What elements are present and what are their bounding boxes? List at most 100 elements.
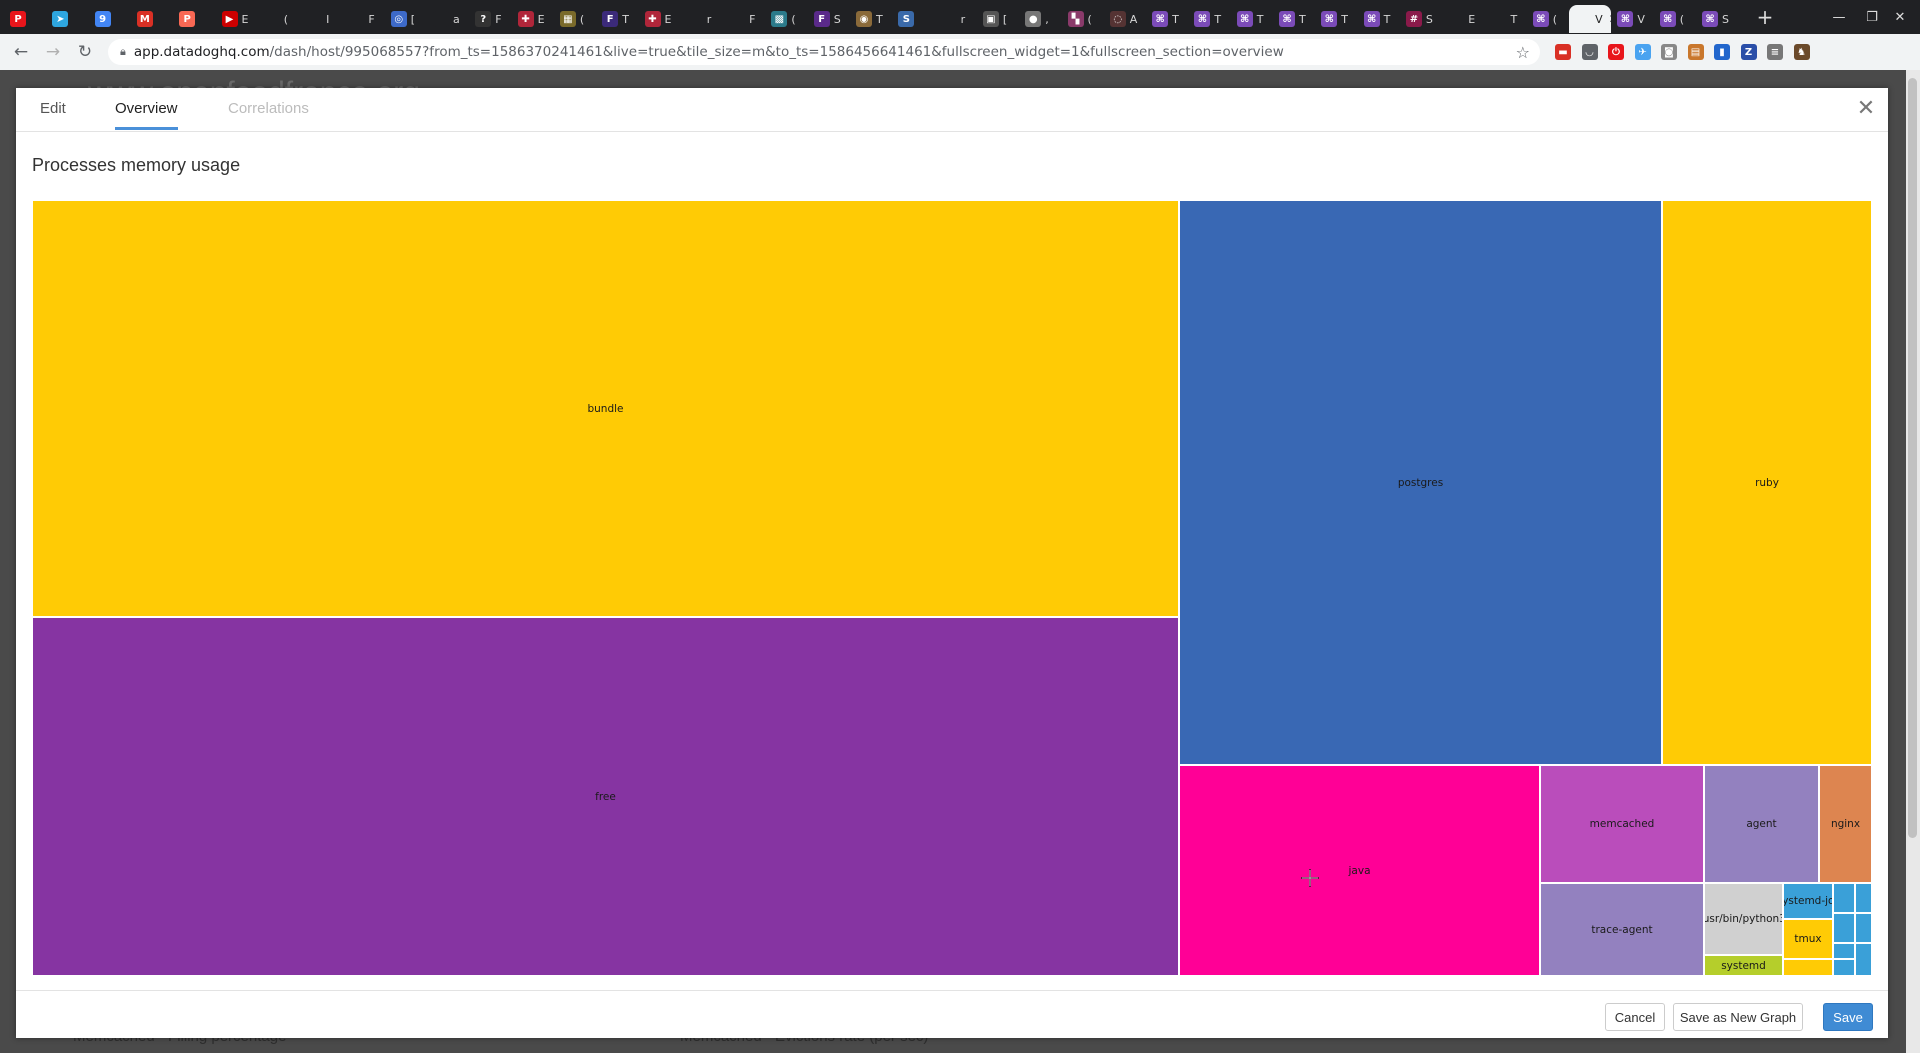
treemap-cell[interactable]: nginx: [1819, 765, 1872, 883]
tab-title: T: [1383, 12, 1391, 26]
browser-tab[interactable]: ⌘ T: [1315, 5, 1357, 33]
browser-tab[interactable]: ✚ E: [639, 5, 681, 33]
browser-tab[interactable]: M: [131, 5, 173, 33]
treemap-cell-label: agent: [1746, 818, 1777, 830]
extension-icon[interactable]: ▬: [1555, 44, 1571, 60]
treemap-cell[interactable]: [1833, 913, 1855, 943]
browser-tab[interactable]: r: [681, 5, 723, 33]
browser-tab[interactable]: ⌘ T: [1273, 5, 1315, 33]
forward-icon[interactable]: →: [41, 40, 65, 64]
extension-icon[interactable]: ◡: [1581, 44, 1598, 60]
browser-tab[interactable]: ⌘ V: [1611, 5, 1653, 33]
browser-tab[interactable]: ⌘ T: [1146, 5, 1188, 33]
tab-favicon-icon: ⌘: [1532, 11, 1549, 27]
treemap-cell[interactable]: [1855, 883, 1872, 913]
browser-tab[interactable]: V✕: [1569, 5, 1612, 33]
browser-tab[interactable]: ⌘ T: [1358, 5, 1400, 33]
tab-correlations[interactable]: Correlations: [228, 100, 309, 127]
treemap-cell[interactable]: postgres: [1179, 200, 1662, 765]
browser-tab[interactable]: (: [258, 5, 300, 33]
tab-favicon-icon: ✚: [517, 11, 534, 27]
extension-icon[interactable]: ≡: [1767, 44, 1783, 60]
close-window-icon[interactable]: ✕: [1880, 4, 1920, 30]
browser-tab[interactable]: 9: [89, 5, 131, 33]
treemap-cell[interactable]: [1855, 943, 1872, 976]
close-icon[interactable]: ✕: [1854, 96, 1878, 121]
treemap-cell[interactable]: memcached: [1540, 765, 1704, 883]
extension-icon[interactable]: Z: [1740, 44, 1757, 60]
browser-tab[interactable]: P: [173, 5, 215, 33]
back-icon[interactable]: ←: [9, 40, 33, 64]
treemap-cell[interactable]: tmux: [1783, 919, 1833, 959]
treemap-cell[interactable]: systemd-journal: [1783, 883, 1833, 919]
new-tab-button[interactable]: +: [1752, 4, 1778, 30]
browser-tab[interactable]: FT: [596, 5, 638, 33]
browser-tab[interactable]: ✚ E: [512, 5, 554, 33]
browser-tab[interactable]: # S: [1400, 5, 1442, 33]
tab-favicon-icon: ⌘: [1279, 11, 1295, 27]
tab-favicon-icon: ◎: [390, 11, 407, 27]
treemap-cell[interactable]: trace-agent: [1540, 883, 1704, 976]
browser-tab[interactable]: ▣[: [977, 5, 1019, 33]
treemap-cell[interactable]: [1783, 959, 1833, 976]
browser-tab[interactable]: ⌘(: [1527, 5, 1569, 33]
treemap-cell[interactable]: ruby: [1662, 200, 1872, 765]
tab-favicon-icon: P: [10, 11, 26, 27]
browser-tab[interactable]: ◎[: [385, 5, 427, 33]
browser-tab[interactable]: ▚(: [1062, 5, 1104, 33]
browser-tab[interactable]: I: [300, 5, 342, 33]
treemap-cell[interactable]: agent: [1704, 765, 1819, 883]
browser-tab[interactable]: FS: [808, 5, 850, 33]
browser-tab[interactable]: ⌘ S: [1696, 5, 1738, 33]
extension-icon[interactable]: ▮: [1714, 44, 1730, 60]
treemap-cell[interactable]: free: [32, 617, 1179, 976]
browser-tab[interactable]: ●,: [1019, 5, 1061, 33]
extension-icon[interactable]: ♞: [1793, 44, 1810, 60]
save-as-new-graph-button[interactable]: Save as New Graph: [1673, 1003, 1803, 1031]
treemap-cell[interactable]: [1833, 943, 1855, 959]
treemap-cell[interactable]: java: [1179, 765, 1540, 976]
treemap-cell[interactable]: /usr/bin/python3: [1704, 883, 1783, 955]
browser-tab[interactable]: ⌘ T: [1188, 5, 1230, 33]
treemap-cell[interactable]: systemd: [1704, 955, 1783, 976]
save-button[interactable]: Save: [1823, 1003, 1873, 1031]
browser-tab[interactable]: r: [935, 5, 977, 33]
browser-tab[interactable]: E: [1442, 5, 1484, 33]
bookmark-star-icon[interactable]: ☆: [1516, 43, 1530, 62]
tab-overview[interactable]: Overview: [115, 100, 178, 130]
browser-tab[interactable]: ➤: [46, 5, 88, 33]
browser-tab[interactable]: ? F: [469, 5, 511, 33]
browser-tab[interactable]: ⌘(: [1654, 5, 1696, 33]
browser-tab[interactable]: ⌘ T: [1231, 5, 1273, 33]
browser-tab[interactable]: a: [427, 5, 469, 33]
tab-title: T: [622, 12, 629, 26]
extension-icon[interactable]: ▤: [1687, 44, 1704, 60]
extension-icon[interactable]: ✈: [1634, 44, 1651, 60]
tab-favicon-icon: ⌘: [1236, 11, 1253, 27]
browser-tab[interactable]: T: [1485, 5, 1527, 33]
browser-tab[interactable]: ▩(: [765, 5, 807, 33]
scrollbar-thumb[interactable]: [1908, 78, 1917, 838]
cancel-button[interactable]: Cancel: [1605, 1003, 1665, 1031]
extension-icon[interactable]: ◙: [1661, 44, 1677, 60]
address-bar[interactable]: 🔒︎ app.datadoghq.com/dash/host/995068557…: [108, 39, 1540, 65]
treemap-cell[interactable]: [1833, 883, 1855, 913]
treemap-cell[interactable]: [1833, 959, 1855, 976]
tab-favicon-icon: [433, 11, 449, 27]
browser-tab[interactable]: ▦(: [554, 5, 596, 33]
browser-tab[interactable]: ◌ A: [1104, 5, 1146, 33]
browser-tab[interactable]: P: [4, 5, 46, 33]
browser-tab[interactable]: S: [892, 5, 934, 33]
reload-icon[interactable]: ↻: [73, 40, 97, 64]
tab-title: (: [791, 12, 796, 26]
page-scrollbar[interactable]: [1906, 70, 1920, 1053]
browser-tab[interactable]: ▶ E: [216, 5, 258, 33]
tab-title: T: [876, 12, 883, 26]
browser-tab[interactable]: F: [342, 5, 384, 33]
treemap-cell[interactable]: bundle: [32, 200, 1179, 617]
browser-tab[interactable]: ◉ T: [850, 5, 892, 33]
tab-edit[interactable]: Edit: [40, 100, 66, 127]
browser-tab[interactable]: F: [723, 5, 765, 33]
treemap-cell[interactable]: [1855, 913, 1872, 943]
extension-icon[interactable]: ⏻: [1608, 44, 1624, 60]
